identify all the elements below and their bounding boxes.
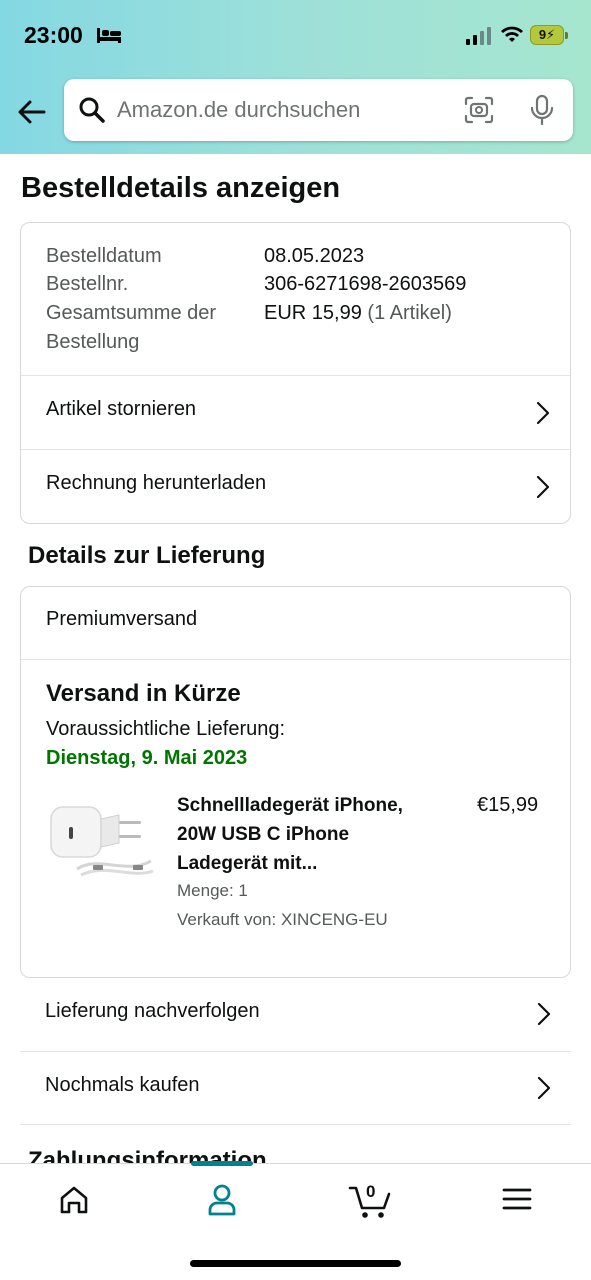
cancel-items-label: Artikel stornieren — [46, 398, 197, 420]
order-total-label-cont: Bestellung — [46, 331, 140, 353]
order-number-label: Bestellnr. — [46, 273, 129, 295]
home-icon[interactable] — [44, 1178, 104, 1222]
download-invoice-link[interactable]: Rechnung herunterladen — [21, 450, 570, 524]
track-package-label: Lieferung nachverfolgen — [45, 1000, 260, 1022]
menu-icon[interactable] — [487, 1178, 547, 1222]
search-bar[interactable] — [64, 79, 573, 141]
order-total-items: (1 Artikel) — [367, 302, 452, 324]
delivery-section-title: Details zur Lieferung — [28, 542, 266, 569]
track-package-link[interactable]: Lieferung nachverfolgen — [20, 978, 571, 1050]
battery-indicator: 9⚡ — [530, 25, 568, 45]
active-tab-indicator — [191, 1161, 253, 1166]
order-summary-card: Bestelldatum 08.05.2023 Bestellnr. 306-6… — [20, 222, 571, 524]
order-total-value: EUR 15,99 (1 Artikel) — [264, 299, 452, 328]
header: 23:00 9⚡ — [0, 0, 591, 154]
status-time: 23:00 — [24, 22, 83, 48]
sleep-focus-icon — [97, 28, 121, 43]
search-icon — [79, 97, 105, 123]
chevron-right-icon — [537, 1076, 551, 1100]
account-icon[interactable] — [192, 1178, 252, 1222]
cart-count: 0 — [366, 1182, 376, 1201]
home-indicator — [190, 1260, 401, 1267]
order-date-label: Bestelldatum — [46, 245, 162, 267]
estimated-delivery-label: Voraussichtliche Lieferung: — [46, 718, 286, 740]
chevron-right-icon — [536, 475, 550, 499]
divider — [20, 1124, 571, 1125]
delivery-card: Premiumversand Versand in Kürze Voraussi… — [20, 586, 571, 978]
product-quantity: Menge: 1 — [177, 881, 248, 900]
order-number-value: 306-6271698-2603569 — [264, 273, 467, 295]
payment-info-title: Zahlungsinformation — [28, 1147, 267, 1163]
microphone-icon[interactable] — [529, 94, 555, 126]
order-total-label: Gesamtsumme der — [46, 302, 217, 324]
search-input[interactable] — [117, 91, 447, 129]
delivery-status-heading: Versand in Kürze — [46, 680, 241, 707]
bottom-navigation: 0 — [0, 1161, 591, 1280]
product-seller: Verkauft von: XINCENG-EU — [177, 910, 388, 929]
cellular-signal-icon — [466, 27, 491, 45]
camera-scan-icon[interactable] — [464, 96, 494, 124]
chevron-right-icon — [536, 401, 550, 425]
buy-again-link[interactable]: Nochmals kaufen — [20, 1052, 571, 1124]
page-title: Bestelldetails anzeigen — [21, 172, 341, 204]
shipping-type: Premiumversand — [46, 608, 198, 630]
cancel-items-link[interactable]: Artikel stornieren — [21, 376, 570, 450]
product-image[interactable] — [47, 791, 155, 877]
product-price: €15,99 — [477, 794, 539, 816]
back-arrow-icon[interactable] — [14, 94, 50, 130]
download-invoice-label: Rechnung herunterladen — [46, 472, 267, 494]
cart-button[interactable]: 0 — [342, 1178, 402, 1222]
order-date-value: 08.05.2023 — [264, 245, 365, 267]
estimated-delivery-date: Dienstag, 9. Mai 2023 — [46, 747, 248, 769]
chevron-right-icon — [537, 1002, 551, 1026]
divider — [21, 659, 570, 660]
wifi-icon — [501, 26, 523, 42]
order-total-amount: EUR 15,99 — [264, 302, 362, 324]
buy-again-label: Nochmals kaufen — [45, 1074, 200, 1096]
product-title-link[interactable]: Schnellladegerät iPhone, 20W USB C iPhon… — [177, 791, 427, 878]
